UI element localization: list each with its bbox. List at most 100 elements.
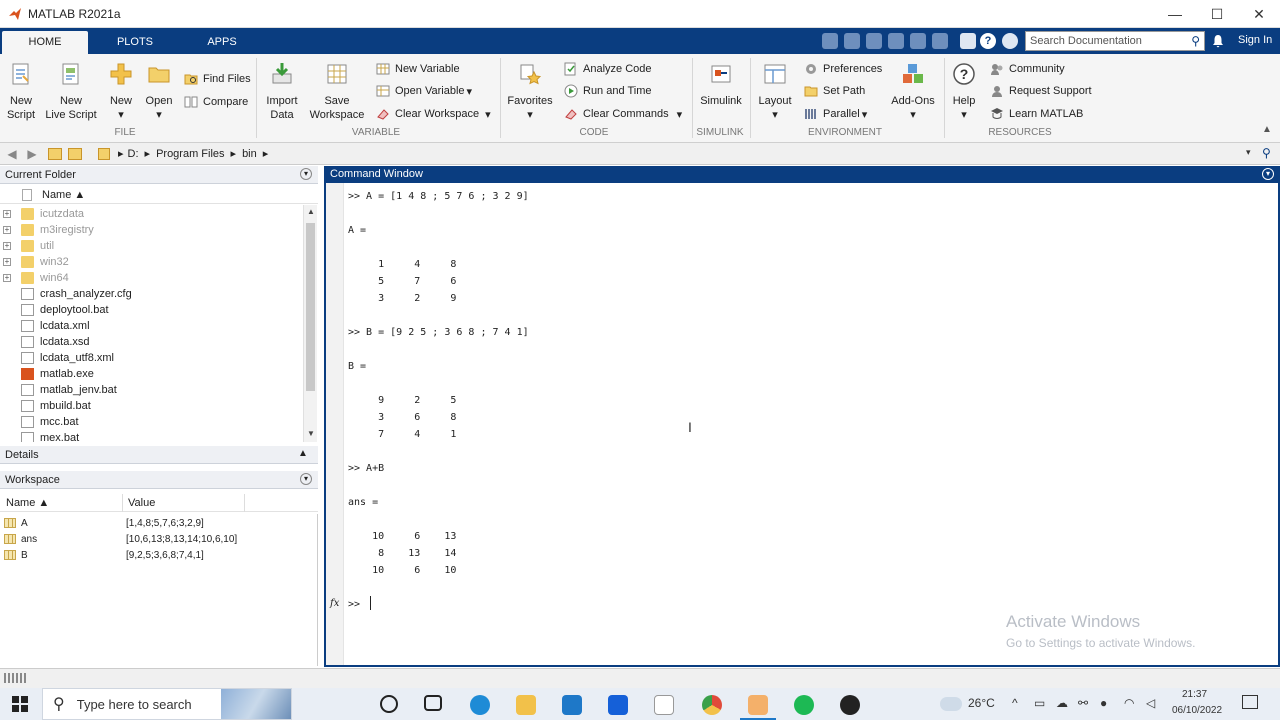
wifi-icon[interactable]: ◠ xyxy=(1124,696,1134,710)
mail-icon[interactable] xyxy=(562,695,582,715)
chevron-up-icon[interactable]: ^ xyxy=(1012,696,1018,710)
microphone-icon[interactable]: ● xyxy=(1100,696,1107,710)
taskbar-search-input[interactable]: ⚲ Type here to search xyxy=(42,688,292,720)
panel-menu-icon[interactable]: ▾ xyxy=(300,168,312,180)
weather-icon[interactable] xyxy=(940,697,962,711)
amazon-icon[interactable] xyxy=(654,695,674,715)
app-icon[interactable] xyxy=(840,695,860,715)
simulink-button[interactable]: Simulink xyxy=(698,62,744,108)
help-question-icon[interactable]: ? xyxy=(980,33,996,49)
request-support-button[interactable]: Request Support xyxy=(990,84,1092,98)
import-data-button[interactable]: Import Data xyxy=(262,62,302,122)
quick-access-save-icon[interactable] xyxy=(822,33,838,49)
windows-start-icon[interactable] xyxy=(12,696,28,712)
folder-list-item[interactable]: mex.bat xyxy=(0,430,303,442)
file-explorer-icon[interactable] xyxy=(516,695,536,715)
add-ons-button[interactable]: Add-Ons ▾ xyxy=(888,62,938,122)
folder-list-item[interactable]: deploytool.bat xyxy=(0,302,303,318)
expand-icon[interactable]: + xyxy=(3,274,11,282)
community-icon[interactable] xyxy=(1002,33,1018,49)
tab-plots[interactable]: PLOTS xyxy=(104,31,166,54)
new-button[interactable]: New ▾ xyxy=(106,62,136,122)
current-path[interactable]: ▸ D: ▸ Program Files ▸ bin ▸ xyxy=(92,147,274,160)
path-dropdown-icon[interactable]: ▾ xyxy=(1246,147,1251,158)
scroll-up-icon[interactable]: ▲ xyxy=(307,207,315,216)
folder-list-item[interactable]: matlab_jenv.bat xyxy=(0,382,303,398)
dropbox-icon[interactable] xyxy=(608,695,628,715)
layout-button[interactable]: Layout ▾ xyxy=(756,62,794,122)
folder-list-item[interactable]: lcdata.xsd xyxy=(0,334,303,350)
path-segment-program-files[interactable]: Program Files xyxy=(156,148,224,160)
quick-access-undo-icon[interactable] xyxy=(910,33,926,49)
expand-icon[interactable]: + xyxy=(3,242,11,250)
workspace-value-column[interactable]: Value xyxy=(128,497,155,509)
workspace-row-a[interactable]: A [1,4,8;5,7,6;3,2,9] xyxy=(0,515,316,531)
browse-folder-icon[interactable] xyxy=(68,147,82,160)
scroll-down-icon[interactable]: ▼ xyxy=(307,429,315,438)
help-button[interactable]: ? Help ▾ xyxy=(948,62,980,122)
switch-windows-icon[interactable] xyxy=(960,33,976,49)
community-button[interactable]: Community xyxy=(990,62,1065,76)
text-cursor[interactable] xyxy=(370,596,371,610)
folder-scrollbar[interactable]: ▲ ▼ xyxy=(303,205,317,442)
clock-date[interactable]: 06/10/2022 xyxy=(1172,705,1222,716)
expand-icon[interactable]: + xyxy=(3,210,11,218)
preferences-button[interactable]: Preferences xyxy=(804,62,882,76)
workspace-row-b[interactable]: B [9,2,5;3,6,8;7,4,1] xyxy=(0,547,316,563)
task-view-icon[interactable] xyxy=(424,695,442,711)
path-drive[interactable]: D: xyxy=(128,148,139,160)
folder-list-item[interactable]: crash_analyzer.cfg xyxy=(0,286,303,302)
expand-icon[interactable]: + xyxy=(3,226,11,234)
new-variable-button[interactable]: New Variable xyxy=(376,62,460,76)
tab-home[interactable]: HOME xyxy=(2,31,88,54)
folder-list-item[interactable]: mbuild.bat xyxy=(0,398,303,414)
collapse-ribbon-icon[interactable]: ▲ xyxy=(1262,124,1272,135)
workspace-name-column[interactable]: Name ▲ xyxy=(6,497,49,509)
details-header[interactable]: Details ▲ xyxy=(0,446,318,464)
folder-list-item[interactable]: + win64 xyxy=(0,270,303,286)
panel-menu-icon[interactable]: ▾ xyxy=(1262,168,1274,180)
new-live-script-button[interactable]: New Live Script xyxy=(44,62,98,122)
learn-matlab-button[interactable]: Learn MATLAB xyxy=(990,107,1083,121)
quick-access-paste-icon[interactable] xyxy=(888,33,904,49)
function-browser-icon[interactable]: fx xyxy=(330,598,339,609)
speaker-icon[interactable]: ◁ xyxy=(1146,696,1155,710)
folder-list-item[interactable]: + util xyxy=(0,238,303,254)
save-workspace-button[interactable]: Save Workspace xyxy=(308,62,366,122)
open-variable-button[interactable]: Open Variable ▾ xyxy=(376,84,472,98)
clear-commands-button[interactable]: Clear Commands ▾ xyxy=(564,107,682,121)
search-folder-icon[interactable]: ⚲ xyxy=(1262,146,1271,160)
path-segment-bin[interactable]: bin xyxy=(242,148,257,160)
usb-icon[interactable]: ⚯ xyxy=(1078,696,1088,710)
workspace-row-ans[interactable]: ans [10,6,13;8,13,14;10,6,10] xyxy=(0,531,316,547)
forward-arrow-icon[interactable]: ▶ xyxy=(24,147,40,161)
command-window[interactable]: >> A = [1 4 8 ; 5 7 6 ; 3 2 9] A = 1 4 8… xyxy=(324,183,1280,667)
new-script-button[interactable]: New Script xyxy=(4,62,38,122)
clock-time[interactable]: 21:37 xyxy=(1182,689,1207,700)
quick-access-redo-icon[interactable] xyxy=(932,33,948,49)
folder-list-item[interactable]: mcc.bat xyxy=(0,414,303,430)
minimize-button[interactable]: — xyxy=(1154,0,1196,28)
clear-workspace-button[interactable]: Clear Workspace ▾ xyxy=(376,107,491,121)
run-and-time-button[interactable]: Run and Time xyxy=(564,84,651,98)
compare-button[interactable]: Compare xyxy=(184,95,248,109)
battery-icon[interactable]: ▭ xyxy=(1034,696,1045,710)
search-documentation-input[interactable]: Search Documentation ⚲ xyxy=(1025,31,1205,51)
name-column-header[interactable]: Name ▲ xyxy=(42,189,85,201)
chevron-up-icon[interactable]: ▲ xyxy=(298,448,308,459)
onedrive-icon[interactable]: ☁ xyxy=(1056,696,1068,710)
close-button[interactable]: ✕ xyxy=(1238,0,1280,28)
quick-access-cut-icon[interactable] xyxy=(844,33,860,49)
spotify-icon[interactable] xyxy=(794,695,814,715)
parallel-button[interactable]: Parallel ▾ xyxy=(804,107,867,121)
up-folder-icon[interactable] xyxy=(48,147,62,160)
folder-list-item[interactable]: lcdata_utf8.xml xyxy=(0,350,303,366)
scrollbar-thumb[interactable] xyxy=(306,223,315,391)
folder-list-item[interactable]: + icutzdata xyxy=(0,206,303,222)
cortana-icon[interactable] xyxy=(380,695,398,713)
tab-apps[interactable]: APPS xyxy=(192,31,252,54)
expand-icon[interactable]: + xyxy=(3,258,11,266)
quick-access-copy-icon[interactable] xyxy=(866,33,882,49)
sign-in-link[interactable]: Sign In xyxy=(1238,34,1272,46)
panel-menu-icon[interactable]: ▾ xyxy=(300,473,312,485)
